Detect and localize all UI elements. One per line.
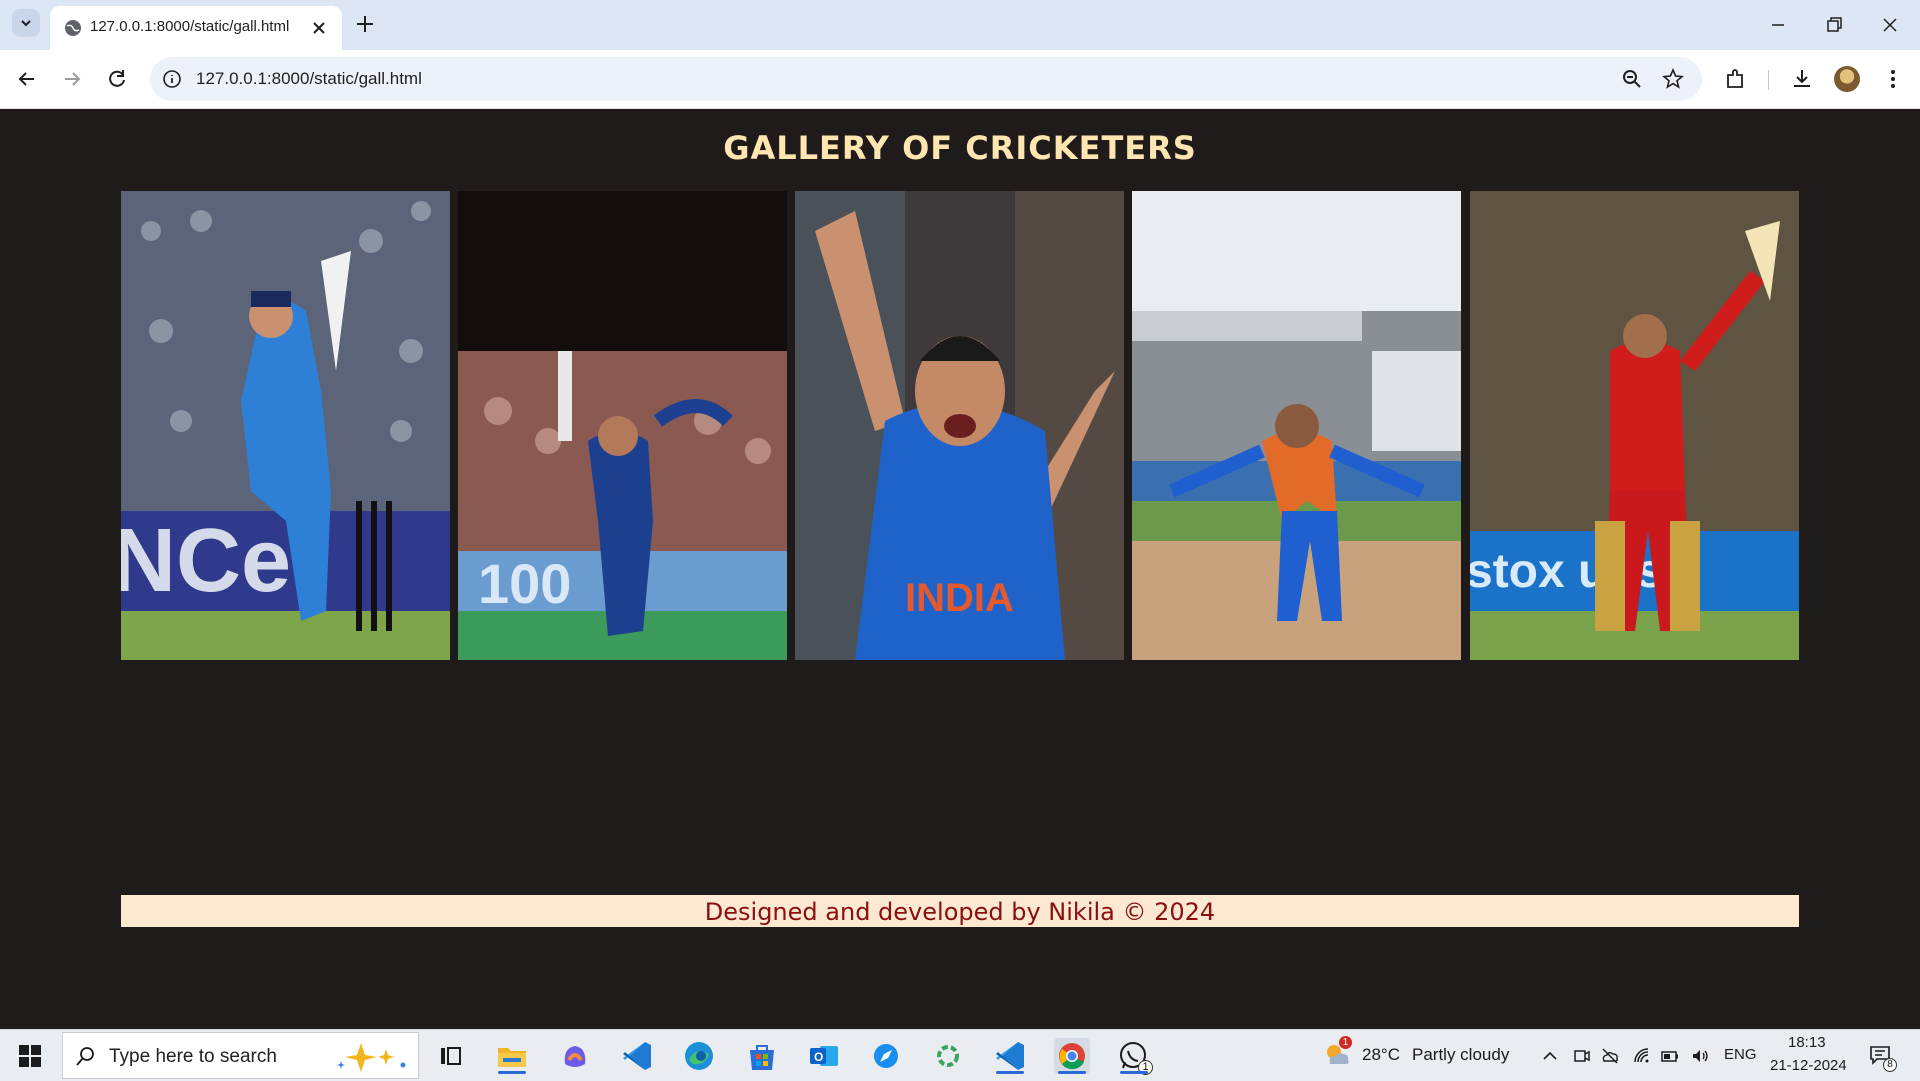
svg-text:INDIA: INDIA [905,576,1014,620]
svg-text:NCe: NCe [121,511,291,611]
folder-icon [498,1048,526,1067]
reload-icon[interactable] [104,66,130,92]
tab-title: 127.0.0.1:8000/static/gall.html [90,18,290,35]
loading-ring-icon[interactable] [930,1038,966,1074]
back-icon[interactable] [14,66,40,92]
svg-text:O: O [814,1050,823,1064]
battery-icon[interactable] [1660,1046,1680,1066]
weather-temperature[interactable]: 28°C [1362,1045,1400,1065]
close-tab-icon[interactable] [308,17,330,39]
extensions-icon[interactable] [1723,66,1749,92]
address-bar[interactable]: 127.0.0.1:8000/static/gall.html [150,57,1702,101]
volume-icon[interactable] [1690,1046,1710,1066]
meet-now-icon[interactable] [1572,1046,1592,1066]
sparkle-icon [337,1043,406,1072]
svg-text:100: 100 [478,552,571,615]
search-icon [76,1047,94,1066]
active-indicator [996,1071,1024,1074]
taskbar-search[interactable]: Type here to search [62,1032,419,1079]
tab-search-button[interactable] [12,9,40,37]
language-indicator[interactable]: ENG [1724,1046,1757,1063]
chrome-app[interactable] [1054,1038,1090,1074]
url-text[interactable]: 127.0.0.1:8000/static/gall.html [196,69,422,89]
cricketer-photo-5: stox upst [1470,191,1799,660]
restore-icon[interactable] [1820,11,1848,39]
forward-icon[interactable] [59,66,85,92]
wifi-icon[interactable] [1632,1046,1652,1066]
page-title: GALLERY OF CRICKETERS [723,129,1197,167]
new-tab-icon[interactable] [352,11,378,37]
whatsapp-app[interactable]: 1 [1116,1038,1153,1075]
zoom-icon[interactable] [1621,68,1643,90]
download-icon[interactable] [1789,66,1815,92]
svg-text:stox upst: stox upst [1470,545,1679,598]
active-indicator [1120,1071,1148,1074]
microsoft-store-icon[interactable] [744,1038,780,1074]
browser-toolbar: 127.0.0.1:8000/static/gall.html [0,50,1920,109]
onedrive-offline-icon[interactable] [1600,1046,1620,1066]
chrome-icon [1059,1043,1085,1070]
cricketer-photo-2: 100 [458,191,787,660]
site-info-icon[interactable] [162,69,182,89]
task-view-icon[interactable] [432,1038,468,1074]
vscode-icon[interactable] [619,1038,655,1074]
active-indicator [1058,1071,1086,1074]
copilot-icon[interactable] [557,1038,593,1074]
cricketer-photo-3: INDIA [795,191,1124,660]
vscode-app-2[interactable] [992,1038,1028,1074]
clock-time[interactable]: 18:13 [1788,1034,1826,1051]
windows-taskbar: Type here to search O 1 1 28°C Partly cl… [0,1029,1920,1081]
edge-icon[interactable] [681,1038,717,1074]
page-footer: Designed and developed by Nikila © 2024 [121,895,1799,927]
weather-description[interactable]: Partly cloudy [1412,1045,1509,1065]
notification-count: 8 [1883,1058,1897,1072]
file-explorer-app[interactable] [494,1038,530,1074]
cricketer-photo-4 [1132,191,1461,660]
chevron-down-icon [21,20,31,27]
clock-date[interactable]: 21-12-2024 [1770,1057,1847,1074]
vscode-icon [996,1042,1024,1070]
weather-badge: 1 [1339,1036,1352,1049]
gallery-page: GALLERY OF CRICKETERS NCe 100 INDIA stox… [0,109,1920,1029]
toolbar-divider [1768,70,1769,90]
search-placeholder: Type here to search [109,1046,277,1067]
globe-icon [65,20,81,36]
windows-start-icon[interactable] [18,1044,42,1068]
chevron-up-icon[interactable] [1540,1046,1560,1066]
browser-tab-bar: 127.0.0.1:8000/static/gall.html [0,0,1920,50]
browser-tab[interactable]: 127.0.0.1:8000/static/gall.html [50,6,342,50]
minimize-icon[interactable] [1764,11,1792,39]
close-window-icon[interactable] [1876,11,1904,39]
bookmark-star-icon[interactable] [1662,68,1684,90]
cricketer-photo-1: NCe [121,191,450,660]
profile-avatar[interactable] [1834,66,1860,92]
active-indicator [498,1071,526,1074]
safari-like-icon[interactable] [868,1038,904,1074]
menu-kebab-icon[interactable] [1880,66,1906,92]
outlook-icon[interactable]: O [806,1038,842,1074]
